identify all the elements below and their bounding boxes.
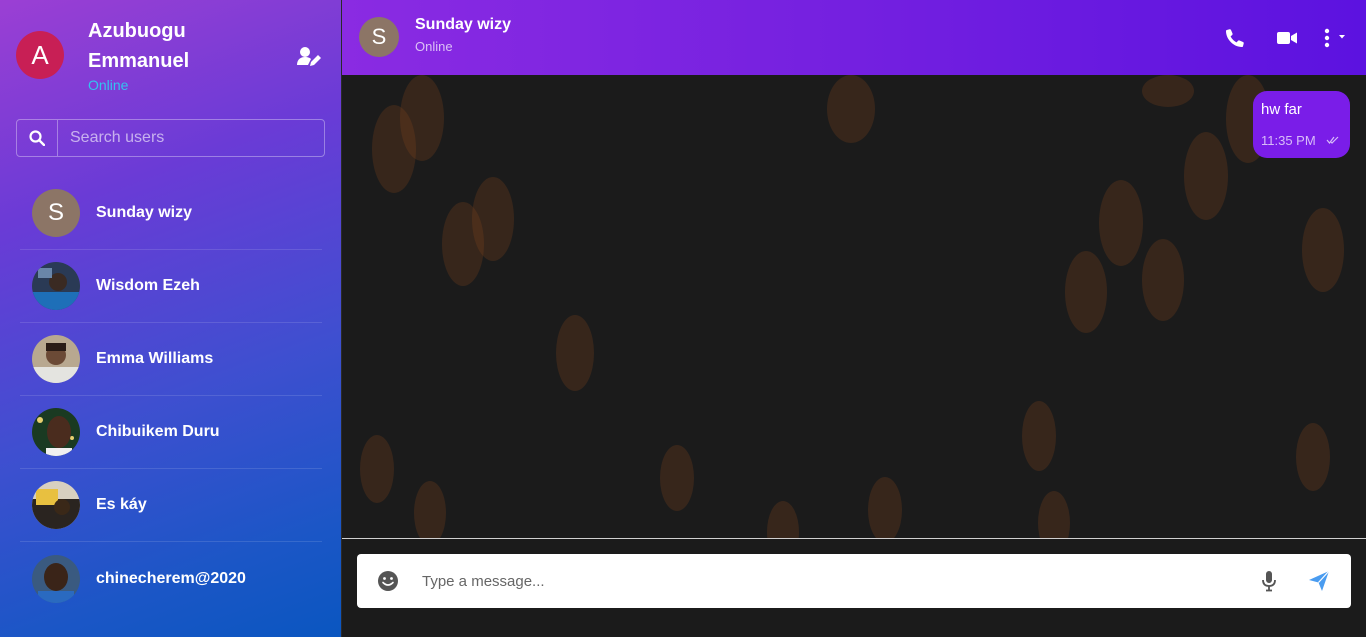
contact-name: Wisdom Ezeh (96, 277, 200, 294)
contact-initial: S (47, 199, 64, 226)
background-decoration (1296, 423, 1330, 491)
background-decoration (1142, 239, 1184, 321)
contact-avatar (32, 408, 80, 456)
voice-message-button[interactable] (1257, 569, 1281, 593)
background-decoration (556, 315, 594, 391)
avatar-photo (32, 335, 80, 383)
video-icon (1277, 32, 1297, 44)
smile-icon (378, 571, 398, 591)
avatar-photo (32, 554, 80, 603)
send-button[interactable] (1307, 569, 1331, 593)
contact-avatar (32, 554, 80, 603)
message-area[interactable]: hw far 11:35 PM (342, 75, 1366, 538)
background-decoration (1038, 491, 1070, 538)
message-input[interactable] (422, 572, 1257, 590)
chat-avatar[interactable]: S (359, 17, 399, 57)
background-decoration (660, 445, 694, 511)
background-decoration (1022, 401, 1056, 471)
contact-name: Sunday wizy (96, 204, 193, 221)
chat-initial: S (371, 24, 387, 49)
current-user-name: Azubuogu Emmanuel (88, 20, 190, 72)
background-decoration (1302, 208, 1344, 292)
avatar-photo (32, 481, 80, 529)
background-decoration (1065, 251, 1107, 333)
message-bubble-outgoing[interactable]: hw far 11:35 PM (1253, 91, 1350, 158)
chat-contact-name: Sunday wizy (415, 16, 512, 33)
contact-name: Chibuikem Duru (96, 423, 220, 440)
double-check-icon (1326, 136, 1339, 144)
background-decoration (442, 202, 484, 286)
background-decoration (1184, 132, 1228, 220)
contact-item[interactable]: S Sunday wizy (20, 177, 322, 250)
avatar-photo (32, 262, 80, 310)
more-options-button[interactable] (1321, 26, 1349, 50)
more-vertical-icon (1324, 28, 1345, 48)
contact-name: Es káy (96, 496, 147, 513)
contact-avatar (32, 481, 80, 529)
contact-list: S Sunday wizy Wisdom Ezeh Emma Williams … (20, 177, 322, 615)
message-composer (357, 554, 1351, 608)
microphone-icon (1262, 571, 1276, 592)
edit-profile-button[interactable] (296, 44, 322, 70)
user-edit-icon (297, 47, 321, 66)
current-user-avatar[interactable]: A (16, 31, 64, 79)
background-decoration (360, 435, 394, 503)
contact-avatar (32, 335, 80, 383)
contact-item[interactable]: Emma Williams (20, 323, 322, 396)
contact-name: Emma Williams (96, 350, 214, 367)
avatar-photo (32, 408, 80, 456)
background-decoration (827, 75, 875, 143)
search-button[interactable] (17, 120, 58, 156)
phone-icon (1226, 29, 1244, 47)
contact-item[interactable]: chinecherem@2020 (20, 542, 322, 615)
voice-call-button[interactable] (1223, 26, 1247, 50)
background-decoration (1099, 180, 1143, 266)
contact-avatar: S (32, 189, 80, 237)
paper-plane-icon (1309, 570, 1330, 591)
contact-name: chinecherem@2020 (96, 569, 246, 587)
contact-item[interactable]: Es káy (20, 469, 322, 542)
background-decoration (400, 75, 444, 161)
search-icon (29, 130, 45, 146)
background-decoration (868, 477, 902, 538)
search-input[interactable] (58, 120, 324, 156)
search-box (16, 119, 325, 157)
contact-avatar (32, 262, 80, 310)
message-time: 11:35 PM (1261, 133, 1316, 148)
current-user-status: Online (88, 77, 129, 93)
message-text: hw far (1261, 101, 1302, 118)
sidebar: A Azubuogu Emmanuel Online S Sunday wizy (0, 0, 342, 637)
background-decoration (414, 481, 446, 538)
chat-contact-status: Online (415, 39, 453, 54)
contact-item[interactable]: Wisdom Ezeh (20, 250, 322, 323)
current-user-initial: A (31, 39, 49, 70)
background-decoration (1142, 75, 1194, 107)
chat-header: S Sunday wizy Online (342, 0, 1366, 75)
emoji-button[interactable] (376, 569, 400, 593)
background-decoration (767, 501, 799, 538)
video-call-button[interactable] (1275, 26, 1299, 50)
contact-item[interactable]: Chibuikem Duru (20, 396, 322, 469)
